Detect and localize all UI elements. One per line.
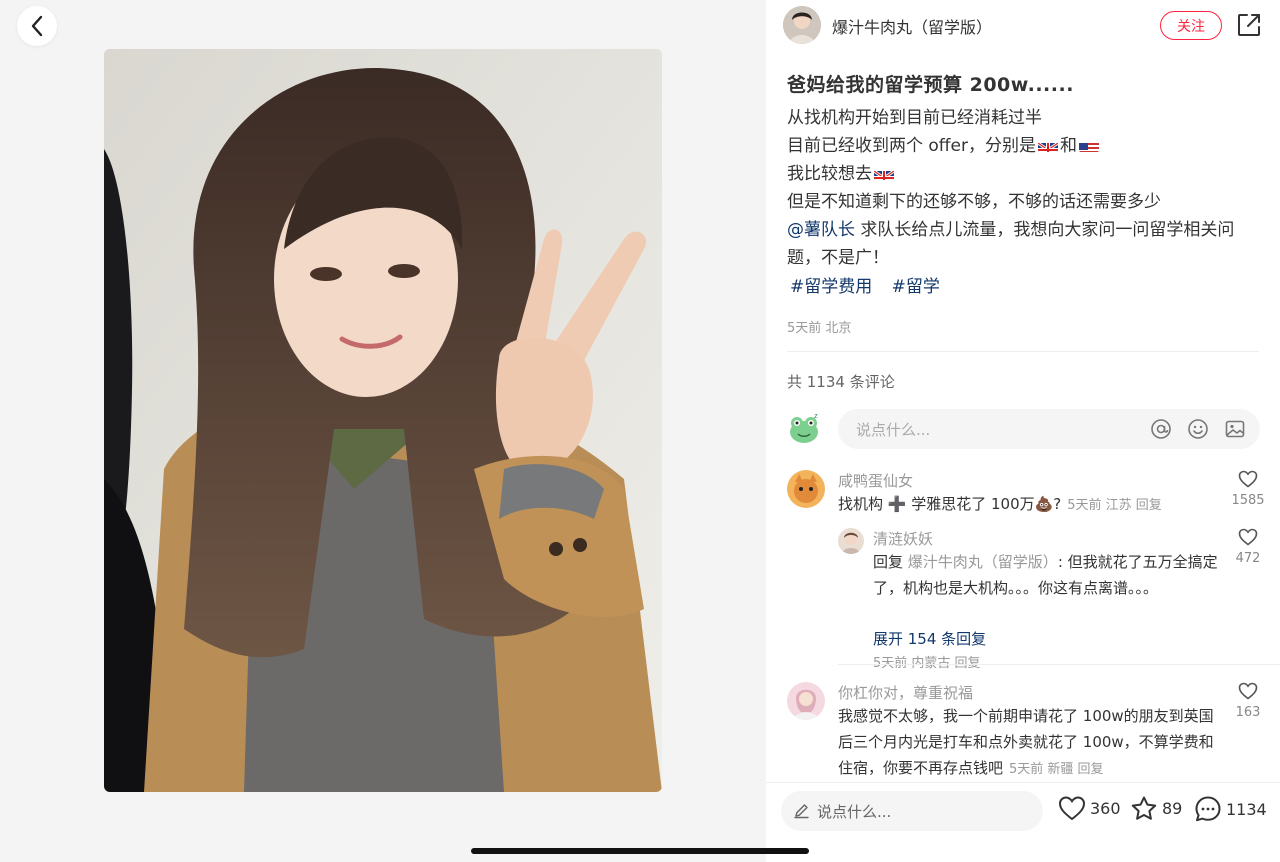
emoji-icon[interactable] (1187, 418, 1209, 440)
note-line: 目前已经收到两个 offer，分别是 和 (787, 132, 1257, 160)
bottom-input-placeholder: 说点什么... (817, 803, 892, 821)
back-button[interactable] (17, 6, 57, 46)
comment-input[interactable]: 说点什么... (838, 409, 1260, 449)
us-flag-icon (1078, 138, 1099, 152)
note-line: 从找机构开始到目前已经消耗过半 (787, 108, 1042, 128)
comment-text-body: : 但我就花了五万全搞定 (1057, 553, 1218, 571)
author-bar: 爆汁牛肉丸（留学版） 关注 (766, 0, 1280, 52)
comment-text-body: 住宿，你要不再存点钱吧 (838, 759, 1004, 777)
comment-button[interactable]: 1134 (1194, 795, 1267, 823)
comment-text-body: 我感觉不太够，我一个前期申请花了 100w的朋友到英国 (838, 707, 1214, 725)
note-line-text: 求队长给点儿流量，我想向大家问一问留学相关问 (855, 220, 1235, 240)
note-line-text: 和 (1059, 136, 1077, 156)
comment-icon (1195, 796, 1221, 822)
note-line: @薯队长 求队长给点儿流量，我想向大家问一问留学相关问 (787, 216, 1257, 244)
author-name[interactable]: 爆汁牛肉丸（留学版） (832, 14, 992, 38)
frog-avatar-icon: z (790, 412, 818, 443)
heart-icon (1238, 682, 1258, 700)
note-line-text: 我比较想去 (787, 164, 872, 184)
note-line-text: 目前已经收到两个 offer，分别是 (787, 136, 1036, 156)
at-icon[interactable] (1150, 418, 1172, 440)
note-line: 题，不是广！ (787, 248, 889, 268)
comment-meta[interactable]: 5天前 内蒙古 回复 (873, 652, 981, 671)
note-meta: 5天前 北京 (787, 321, 852, 336)
heart-icon (1238, 470, 1258, 488)
comment-text-body: 找机构 ➕ 学雅思花了 100万💩? (838, 495, 1062, 513)
comment-like-count: 163 (1235, 705, 1261, 720)
uk-flag-icon (874, 166, 894, 180)
comment-input-placeholder: 说点什么... (856, 421, 931, 439)
back-icon (31, 15, 43, 37)
comment-like-button[interactable]: 1585 (1228, 470, 1268, 508)
pencil-icon (794, 804, 809, 819)
note-title: 爸妈给我的留学预算 200w...... (787, 74, 1074, 96)
portrait-illustration (104, 49, 662, 792)
hashtag-link[interactable]: #留学费用 (790, 277, 872, 297)
commenter-name[interactable]: 你杠你对，尊重祝福 (838, 682, 973, 703)
bottom-action-bar: 说点什么... 360 89 1134 (766, 782, 1280, 862)
like-count: 360 (1090, 798, 1121, 818)
comment-like-button[interactable]: 472 (1228, 528, 1268, 566)
collect-button[interactable]: 89 (1130, 795, 1182, 822)
heart-icon (1058, 796, 1086, 821)
uk-flag-icon (1037, 138, 1058, 152)
comment-like-button[interactable]: 163 (1228, 682, 1268, 720)
share-button[interactable] (1236, 12, 1262, 38)
commenter-avatar[interactable] (787, 682, 825, 720)
share-icon (1238, 14, 1260, 36)
post-photo[interactable] (104, 49, 662, 792)
commenter-name[interactable]: 清涟妖妖 (873, 528, 933, 549)
hashtag-list: #留学费用 #留学 (790, 272, 954, 297)
comment-total-count: 1134 (1226, 799, 1267, 819)
comment-meta[interactable]: 5天前 江苏 回复 (1067, 498, 1162, 513)
comment-text-body: 后三个月内光是打车和点外卖就花了 100w，不算学费和 (838, 733, 1214, 751)
home-indicator[interactable] (471, 848, 809, 854)
comment-text: 我感觉不太够，我一个前期申请花了 100w的朋友到英国 后三个月内光是打车和点外… (838, 703, 1222, 782)
follow-button[interactable]: 关注 (1160, 11, 1222, 40)
media-pane (0, 0, 766, 862)
svg-text:z: z (814, 412, 818, 420)
heart-icon (1238, 528, 1258, 546)
detail-pane: 爆汁牛肉丸（留学版） 关注 爸妈给我的留学预算 200w...... 从找机构开… (766, 0, 1280, 862)
star-icon (1131, 796, 1157, 820)
mention-link[interactable]: @薯队长 (787, 220, 855, 240)
expand-replies-link[interactable]: 展开 154 条回复 (873, 628, 986, 649)
note-line: 但是不知道剩下的还够不够，不够的话还需要多少 (787, 192, 1161, 212)
author-avatar[interactable] (783, 6, 821, 44)
comment-like-count: 472 (1235, 551, 1261, 566)
bottom-comment-input[interactable]: 说点什么... (781, 791, 1043, 831)
reply-prefix: 回复 (873, 553, 904, 571)
reply-to-name[interactable]: 爆汁牛肉丸（留学版） (908, 553, 1058, 571)
note-scroll-area[interactable]: 爸妈给我的留学预算 200w...... 从找机构开始到目前已经消耗过半 目前已… (766, 52, 1280, 782)
current-user-avatar: z (787, 410, 823, 446)
commenter-name[interactable]: 咸鸭蛋仙女 (838, 470, 913, 491)
like-button[interactable]: 360 (1058, 795, 1121, 821)
note-body: 从找机构开始到目前已经消耗过半 目前已经收到两个 offer，分别是 和 我比较想… (787, 104, 1257, 272)
comment-like-count: 1585 (1231, 493, 1265, 508)
author-avatar-image (783, 6, 821, 44)
comment-meta[interactable]: 5天前 新疆 回复 (1009, 762, 1104, 777)
image-icon[interactable] (1224, 418, 1246, 440)
divider (838, 664, 1280, 665)
commenter-avatar[interactable] (838, 528, 864, 554)
divider (787, 351, 1259, 352)
comment-text-body: 了，机构也是大机构。。。你这有点离谱。。。 (873, 579, 1159, 597)
comment-text: 找机构 ➕ 学雅思花了 100万💩? 5天前 江苏 回复 (838, 491, 1162, 519)
note-line: 我比较想去 (787, 160, 1257, 188)
comment-count: 共 1134 条评论 (787, 373, 895, 391)
comment-text: 回复 爆汁牛肉丸（留学版）: 但我就花了五万全搞定 了，机构也是大机构。。。你这… (873, 549, 1218, 601)
commenter-avatar[interactable] (787, 470, 825, 508)
hashtag-link[interactable]: #留学 (892, 277, 940, 297)
collect-count: 89 (1162, 799, 1183, 818)
